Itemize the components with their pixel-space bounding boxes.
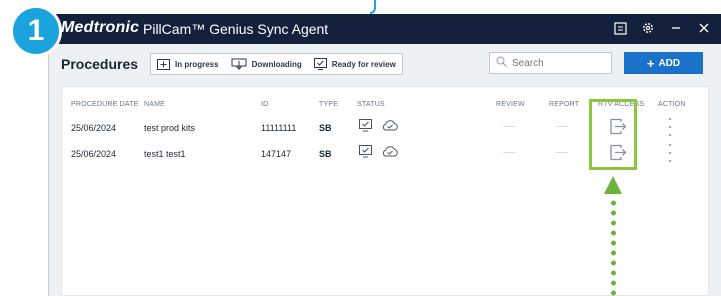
cloud-check-icon <box>381 118 399 138</box>
brand-logo: Medtronic <box>61 19 140 36</box>
page-title: Procedures <box>61 56 139 72</box>
toolbar: Procedures In progress Downloading Ready… <box>49 44 721 82</box>
col-action[interactable]: ACTION <box>658 101 686 108</box>
review-value: ---- <box>503 147 515 157</box>
report-value: ---- <box>556 147 568 157</box>
settings-icon[interactable] <box>640 19 656 37</box>
legend-ready-for-review: Ready for review <box>313 58 396 70</box>
col-type[interactable]: TYPE <box>319 101 338 108</box>
log-icon[interactable] <box>612 19 628 37</box>
dotted-pointer-line <box>611 198 616 296</box>
action-menu-icon[interactable] <box>665 118 675 136</box>
search-input[interactable] <box>512 57 602 69</box>
col-procedure-date[interactable]: PROCEDURE DATE <box>71 101 139 108</box>
titlebar: Medtronic PillCam™ Genius Sync Agent <box>49 14 721 44</box>
report-value: ---- <box>556 121 568 131</box>
search-box[interactable] <box>489 52 612 74</box>
procedure-type: SB <box>319 123 332 133</box>
col-name[interactable]: NAME <box>144 101 165 108</box>
patient-name: test1 test1 <box>144 149 186 159</box>
ready-for-review-icon <box>358 144 373 164</box>
downloading-icon <box>231 58 247 70</box>
app-title: PillCam™ Genius Sync Agent <box>143 21 329 37</box>
in-progress-icon <box>157 58 170 70</box>
connector-line <box>370 0 376 14</box>
plus-icon: + <box>646 55 655 71</box>
add-button-label: ADD <box>658 57 681 69</box>
close-icon[interactable] <box>696 19 712 37</box>
legend-in-progress: In progress <box>157 58 219 70</box>
cloud-check-icon <box>381 144 399 164</box>
legend-label: Ready for review <box>331 59 396 69</box>
legend-downloading: Downloading <box>231 58 302 70</box>
col-report[interactable]: REPORT <box>549 101 579 108</box>
legend-label: Downloading <box>251 59 302 69</box>
patient-name: test prod kits <box>144 123 196 133</box>
procedure-date: 25/06/2024 <box>71 149 117 159</box>
col-status[interactable]: STATUS <box>357 101 385 108</box>
arrow-up-icon <box>604 176 622 194</box>
ready-for-review-icon <box>313 58 327 70</box>
ready-for-review-icon <box>358 118 373 138</box>
procedure-date: 25/06/2024 <box>71 123 117 133</box>
minimize-icon[interactable] <box>668 19 684 37</box>
search-icon <box>496 54 507 72</box>
step-badge: 1 <box>10 5 62 57</box>
legend-label: In progress <box>175 59 219 69</box>
procedure-id: 11111111 <box>261 123 297 133</box>
col-id[interactable]: ID <box>261 101 268 108</box>
review-value: ---- <box>503 121 515 131</box>
action-menu-icon[interactable] <box>665 144 675 162</box>
rtv-access-highlight <box>589 99 637 170</box>
add-button[interactable]: + ADD <box>624 52 703 74</box>
col-review[interactable]: REVIEW <box>496 101 525 108</box>
procedure-type: SB <box>319 149 332 159</box>
status-legend: In progress Downloading Ready for review <box>150 53 403 75</box>
procedure-id: 147147 <box>261 149 292 159</box>
